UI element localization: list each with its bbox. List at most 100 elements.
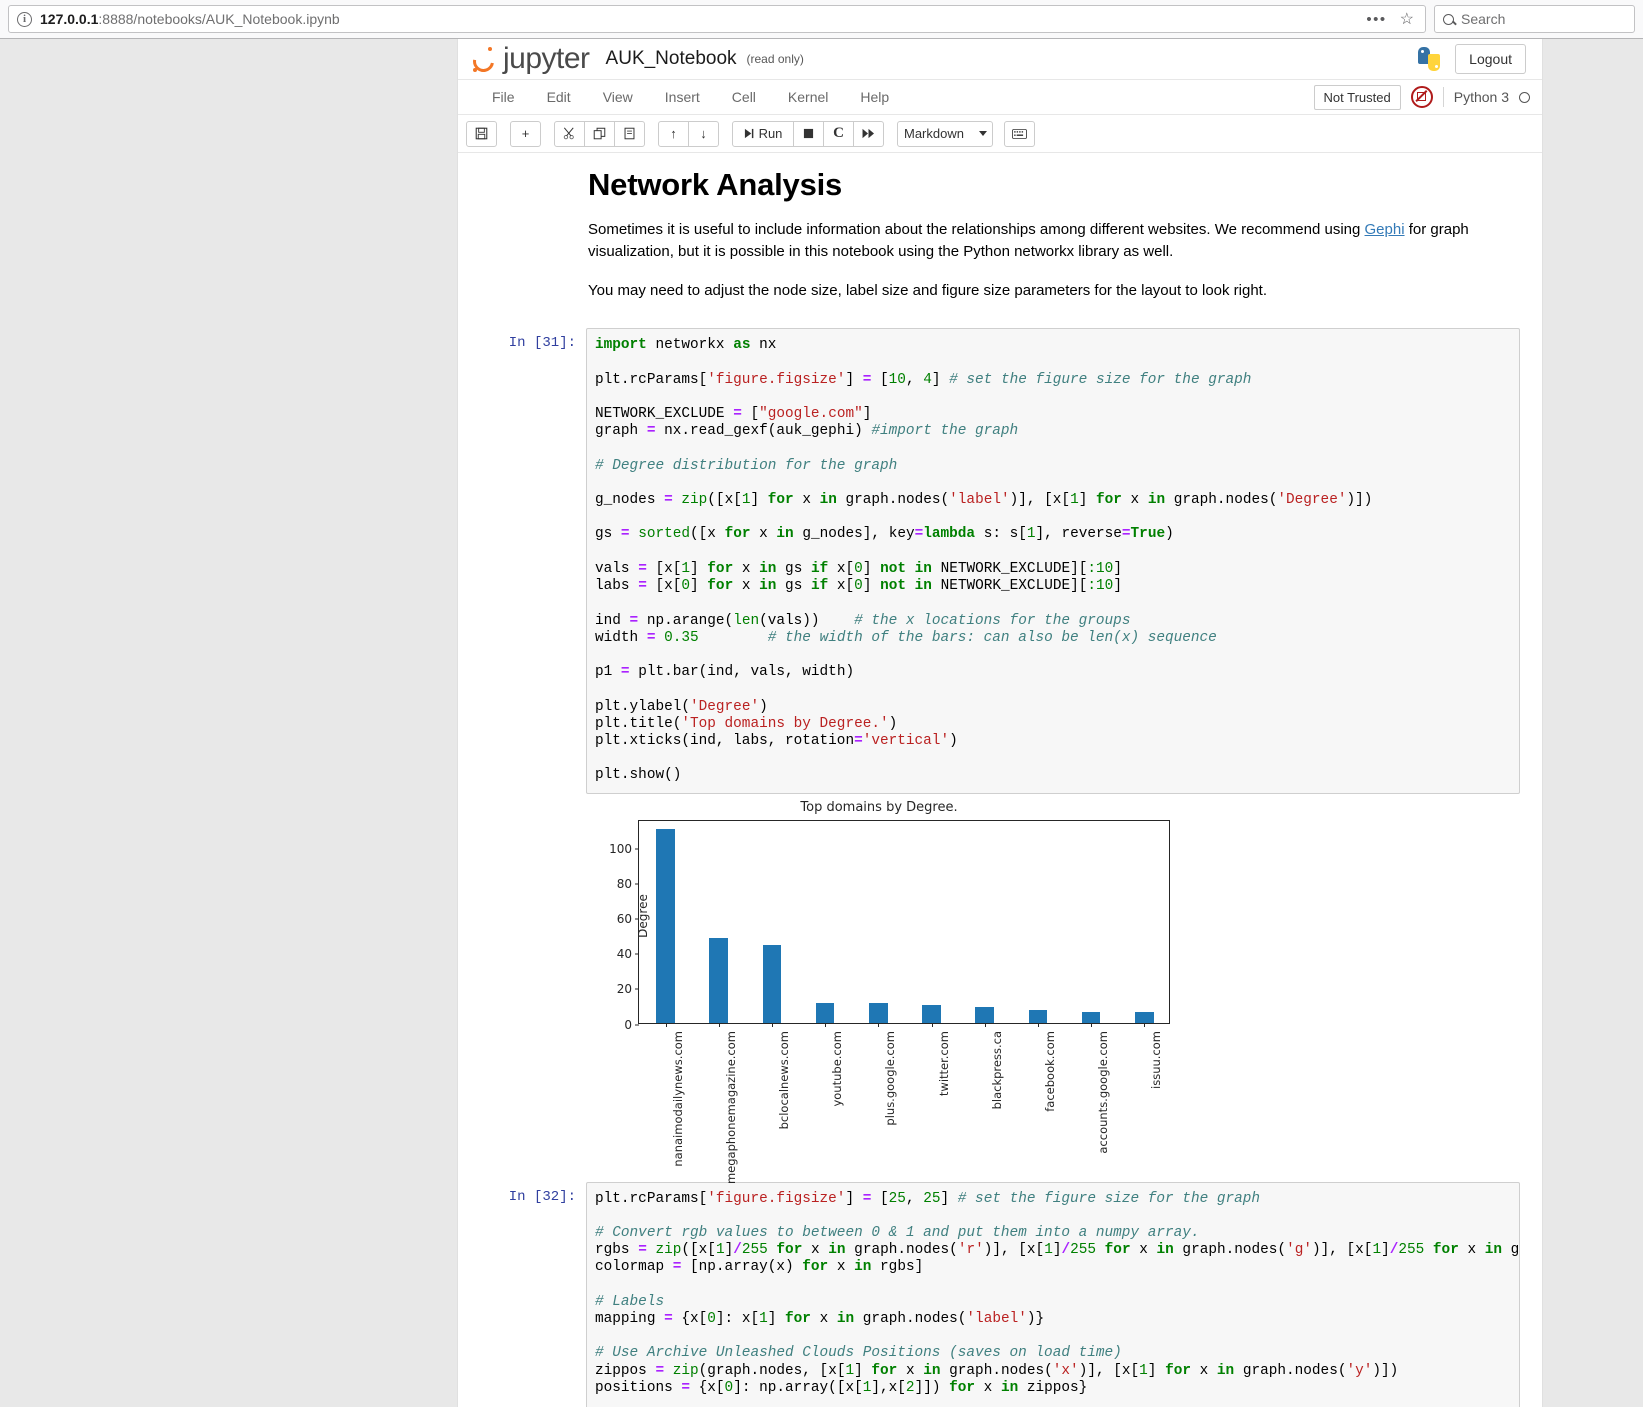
command-palette-group [1004, 120, 1035, 147]
interrupt-kernel-button[interactable] [793, 120, 824, 147]
site-info-icon[interactable]: i [17, 11, 32, 27]
jupyter-logo[interactable]: jupyter [468, 42, 590, 77]
chart-xtick-label: plus.google.com [883, 1030, 898, 1126]
notebook-container: jupyter AUK_Notebook (read only) Logout … [457, 39, 1543, 1407]
intro-paragraph: Sometimes it is useful to include inform… [588, 219, 1516, 263]
page-title: Network Analysis [588, 167, 843, 202]
logout-button[interactable]: Logout [1455, 44, 1526, 74]
insert-cell-below-button[interactable]: + [510, 120, 541, 147]
chart-xtick-label: twitter.com [936, 1030, 951, 1096]
menu-file[interactable]: File [476, 82, 531, 112]
url-path: :8888/notebooks/AUK_Notebook.ipynb [98, 11, 340, 27]
chart-title: Top domains by Degree. [800, 799, 958, 815]
input-prompt-32: In [32]: [508, 1188, 576, 1205]
cut-cell-button[interactable] [554, 120, 585, 147]
menu-help[interactable]: Help [844, 82, 905, 112]
chart-ytick-mark [635, 883, 639, 885]
menu-insert[interactable]: Insert [649, 82, 716, 112]
chart-xtick-label: nanaimodailynews.com [670, 1030, 685, 1167]
kernel-indicator-label: Python 3 [1453, 89, 1509, 105]
code-editor-31[interactable]: import networkx as nx plt.rcParams['figu… [586, 328, 1520, 794]
chart-xtick-mark [1038, 1022, 1039, 1027]
chart-xtick-label: bclocalnews.com [777, 1030, 791, 1129]
chart-xtick-label: youtube.com [830, 1030, 845, 1107]
browser-search-box[interactable]: Search [1434, 5, 1635, 33]
menu-kernel[interactable]: Kernel [772, 82, 844, 112]
code-cell-31[interactable]: In [31]: import networkx as nx plt.rcPar… [458, 318, 1542, 794]
menu-bar: File Edit View Insert Cell Kernel Help N… [458, 80, 1542, 115]
chart-xtick-label: facebook.com [1043, 1030, 1057, 1112]
chart-xtick-mark [878, 1022, 880, 1027]
url-host: 127.0.0.1 [40, 11, 99, 27]
command-palette-button[interactable] [1004, 120, 1035, 147]
plus-icon: + [521, 126, 530, 141]
chart-xtick-label: megaphonemagazine.com [723, 1030, 738, 1184]
chart-xtick-label: accounts.google.com [1096, 1030, 1111, 1154]
chart-axes: Degree 0 20 40 60 80 100 nanaimodailynews.com m… [609, 819, 1170, 1184]
jupyter-header: jupyter AUK_Notebook (read only) Logout [458, 39, 1542, 80]
chart-ytick-mark [635, 988, 639, 990]
chart-ytick-mark [635, 1024, 639, 1026]
search-icon [1443, 13, 1454, 25]
cell-type-select-wrapper: Markdown [897, 120, 993, 147]
menu-bar-right-group: Not Trusted Python 3 [1313, 84, 1542, 110]
chart-xtick-mark [984, 1022, 986, 1027]
note-paragraph: You may need to adjust the node size, la… [588, 281, 1268, 299]
code-editor-32[interactable]: plt.rcParams['figure.figsize'] = [25, 25… [586, 1181, 1520, 1407]
gephi-link[interactable]: Gephi [1365, 221, 1405, 238]
chart-ytick-mark [635, 918, 639, 920]
run-icon [744, 128, 753, 139]
cell-type-select[interactable]: Markdown [897, 120, 993, 147]
arrow-up-icon: ↑ [670, 126, 677, 141]
divider [1442, 87, 1444, 107]
copy-icon [593, 127, 606, 140]
python-logo-icon [1417, 47, 1441, 71]
chart-xtick-mark [931, 1022, 933, 1027]
restart-kernel-button[interactable]: C [823, 120, 854, 147]
chart-xtick-mark [665, 1022, 667, 1027]
chart-xtick-mark [825, 1022, 827, 1027]
move-group: ↑ ↓ [658, 120, 719, 147]
run-group: Run C [732, 120, 884, 147]
markdown-cell[interactable]: Network Analysis Sometimes it is useful … [458, 153, 1542, 301]
menu-edit[interactable]: Edit [531, 82, 587, 112]
arrow-down-icon: ↓ [700, 126, 707, 141]
chart-ytick-mark [635, 848, 639, 850]
fast-forward-icon [862, 128, 874, 139]
page-actions-icon[interactable]: ••• [1361, 11, 1391, 28]
insert-group: + [510, 120, 541, 147]
copy-cell-button[interactable] [584, 120, 615, 147]
matplotlib-figure: Top domains by Degree. Degree 0 20 40 60 80 1… [596, 799, 1176, 1184]
scissors-icon [563, 127, 574, 140]
paste-cell-button[interactable] [614, 120, 645, 147]
bookmark-star-icon[interactable]: ☆ [1400, 9, 1417, 29]
restart-icon: C [833, 125, 844, 141]
trust-status-badge[interactable]: Not Trusted [1313, 84, 1401, 110]
run-label: Run [758, 126, 783, 141]
address-bar[interactable]: i 127.0.0.1:8888/notebooks/AUK_Notebook.… [8, 5, 1426, 33]
not-trusted-icon [1410, 86, 1433, 108]
notebook-cells: Network Analysis Sometimes it is useful … [458, 153, 1542, 1407]
page-background: jupyter AUK_Notebook (read only) Logout … [0, 39, 1643, 1407]
chart-xtick-mark [772, 1022, 773, 1027]
kernel-idle-icon[interactable] [1519, 91, 1530, 103]
menu-cell[interactable]: Cell [716, 82, 772, 112]
chart-ytick-mark [635, 953, 639, 955]
source-code-31: import networkx as nx plt.rcParams['figu… [595, 337, 1373, 784]
run-cell-button[interactable]: Run [732, 120, 794, 147]
code-cell-32[interactable]: In [32]: plt.rcParams['figure.figsize'] … [458, 1160, 1542, 1407]
restart-and-run-all-button[interactable] [853, 120, 884, 147]
search-placeholder: Search [1461, 11, 1506, 27]
save-group [466, 120, 497, 147]
output-prompt-spacer [458, 800, 586, 1160]
jupyter-wordmark: jupyter [503, 42, 590, 75]
floppy-disk-icon [475, 127, 488, 140]
header-right-group: Logout [1417, 44, 1526, 74]
menu-view[interactable]: View [587, 82, 649, 112]
save-button[interactable] [466, 120, 497, 147]
chart-xtick-label: blackpress.ca [989, 1030, 1004, 1109]
notebook-title[interactable]: AUK_Notebook [606, 48, 737, 70]
output-area-31: Top domains by Degree. Degree 0 20 40 60 80 1… [458, 794, 1542, 1184]
move-cell-up-button[interactable]: ↑ [658, 120, 689, 147]
move-cell-down-button[interactable]: ↓ [688, 120, 719, 147]
